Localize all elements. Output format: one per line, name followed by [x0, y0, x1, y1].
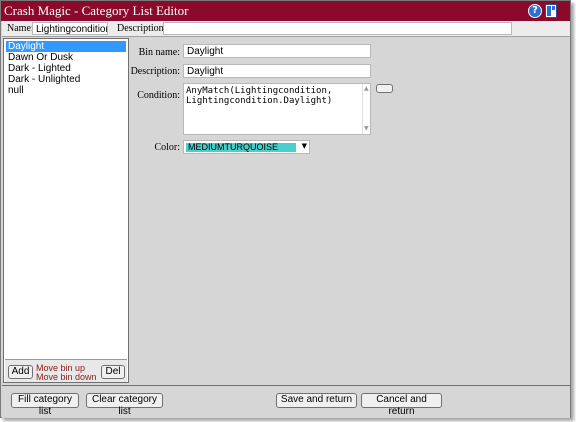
scroll-down-arrow-icon[interactable]: ▼ [364, 124, 369, 134]
clear-category-list-button[interactable]: Clear category list [86, 393, 163, 417]
condition-scrollbar[interactable]: ▲ ▼ [362, 84, 370, 134]
condition-line-1: AnyMatch(Lightingcondition, [186, 86, 333, 96]
add-bin-button[interactable]: Add [8, 365, 33, 379]
bin-list-item-daylight[interactable]: Daylight [6, 41, 126, 52]
bin-description-label: Description: [130, 66, 180, 77]
bin-list-item-null[interactable]: null [6, 85, 126, 96]
bin-editor-panel: Bin name: Daylight Description: Daylight… [130, 38, 570, 383]
bin-list-panel: Daylight Dawn Or Dusk Dark - Lighted Dar… [3, 38, 129, 383]
bin-list-actions: Add Move bin up Move bin down Del [5, 359, 127, 382]
bin-description-input[interactable]: Daylight [183, 64, 371, 78]
fill-category-list-button[interactable]: Fill category list [11, 393, 79, 417]
color-select[interactable]: MEDIUMTURQUOISE ▼ [183, 140, 310, 154]
condition-builder-button[interactable] [376, 84, 393, 93]
bin-name-label: Bin name: [138, 47, 180, 58]
save-and-return-button[interactable]: Save and return [276, 393, 357, 408]
help-icon[interactable]: ? [528, 4, 542, 18]
condition-textarea[interactable]: AnyMatch(Lightingcondition, Lightingcond… [183, 83, 371, 135]
description-label: Description: [117, 23, 167, 34]
footer-bar: Fill category list Clear category list S… [2, 385, 570, 418]
category-list-editor-window: Crash Magic - Category List Editor ? Nam… [0, 0, 571, 418]
header-bar: Name: Lightingcondition Description: [2, 21, 570, 37]
bin-name-input[interactable]: Daylight [183, 44, 371, 58]
window-title: Crash Magic - Category List Editor [4, 3, 189, 18]
chevron-down-icon[interactable]: ▼ [302, 142, 307, 150]
description-input[interactable] [163, 22, 512, 35]
bin-list-item-dark-unlighted[interactable]: Dark - Unlighted [6, 74, 126, 85]
cancel-and-return-button[interactable]: Cancel and return [361, 393, 442, 417]
scroll-up-arrow-icon[interactable]: ▲ [364, 84, 369, 94]
bin-list: Daylight Dawn Or Dusk Dark - Lighted Dar… [6, 41, 126, 96]
color-select-value: MEDIUMTURQUOISE [186, 143, 296, 152]
delete-bin-button[interactable]: Del [101, 365, 125, 379]
bin-list-item-dawn-or-dusk[interactable]: Dawn Or Dusk [6, 52, 126, 63]
window-layout-icon[interactable] [545, 4, 557, 18]
name-label: Name: [7, 23, 34, 34]
color-label: Color: [154, 142, 180, 153]
condition-label: Condition: [137, 90, 180, 101]
title-bar: Crash Magic - Category List Editor ? [1, 1, 570, 21]
bin-list-item-dark-lighted[interactable]: Dark - Lighted [6, 63, 126, 74]
name-input[interactable]: Lightingcondition [32, 22, 108, 35]
move-bin-down-link[interactable]: Move bin down [36, 373, 97, 382]
condition-line-2: Lightingcondition.Daylight) [186, 96, 333, 106]
